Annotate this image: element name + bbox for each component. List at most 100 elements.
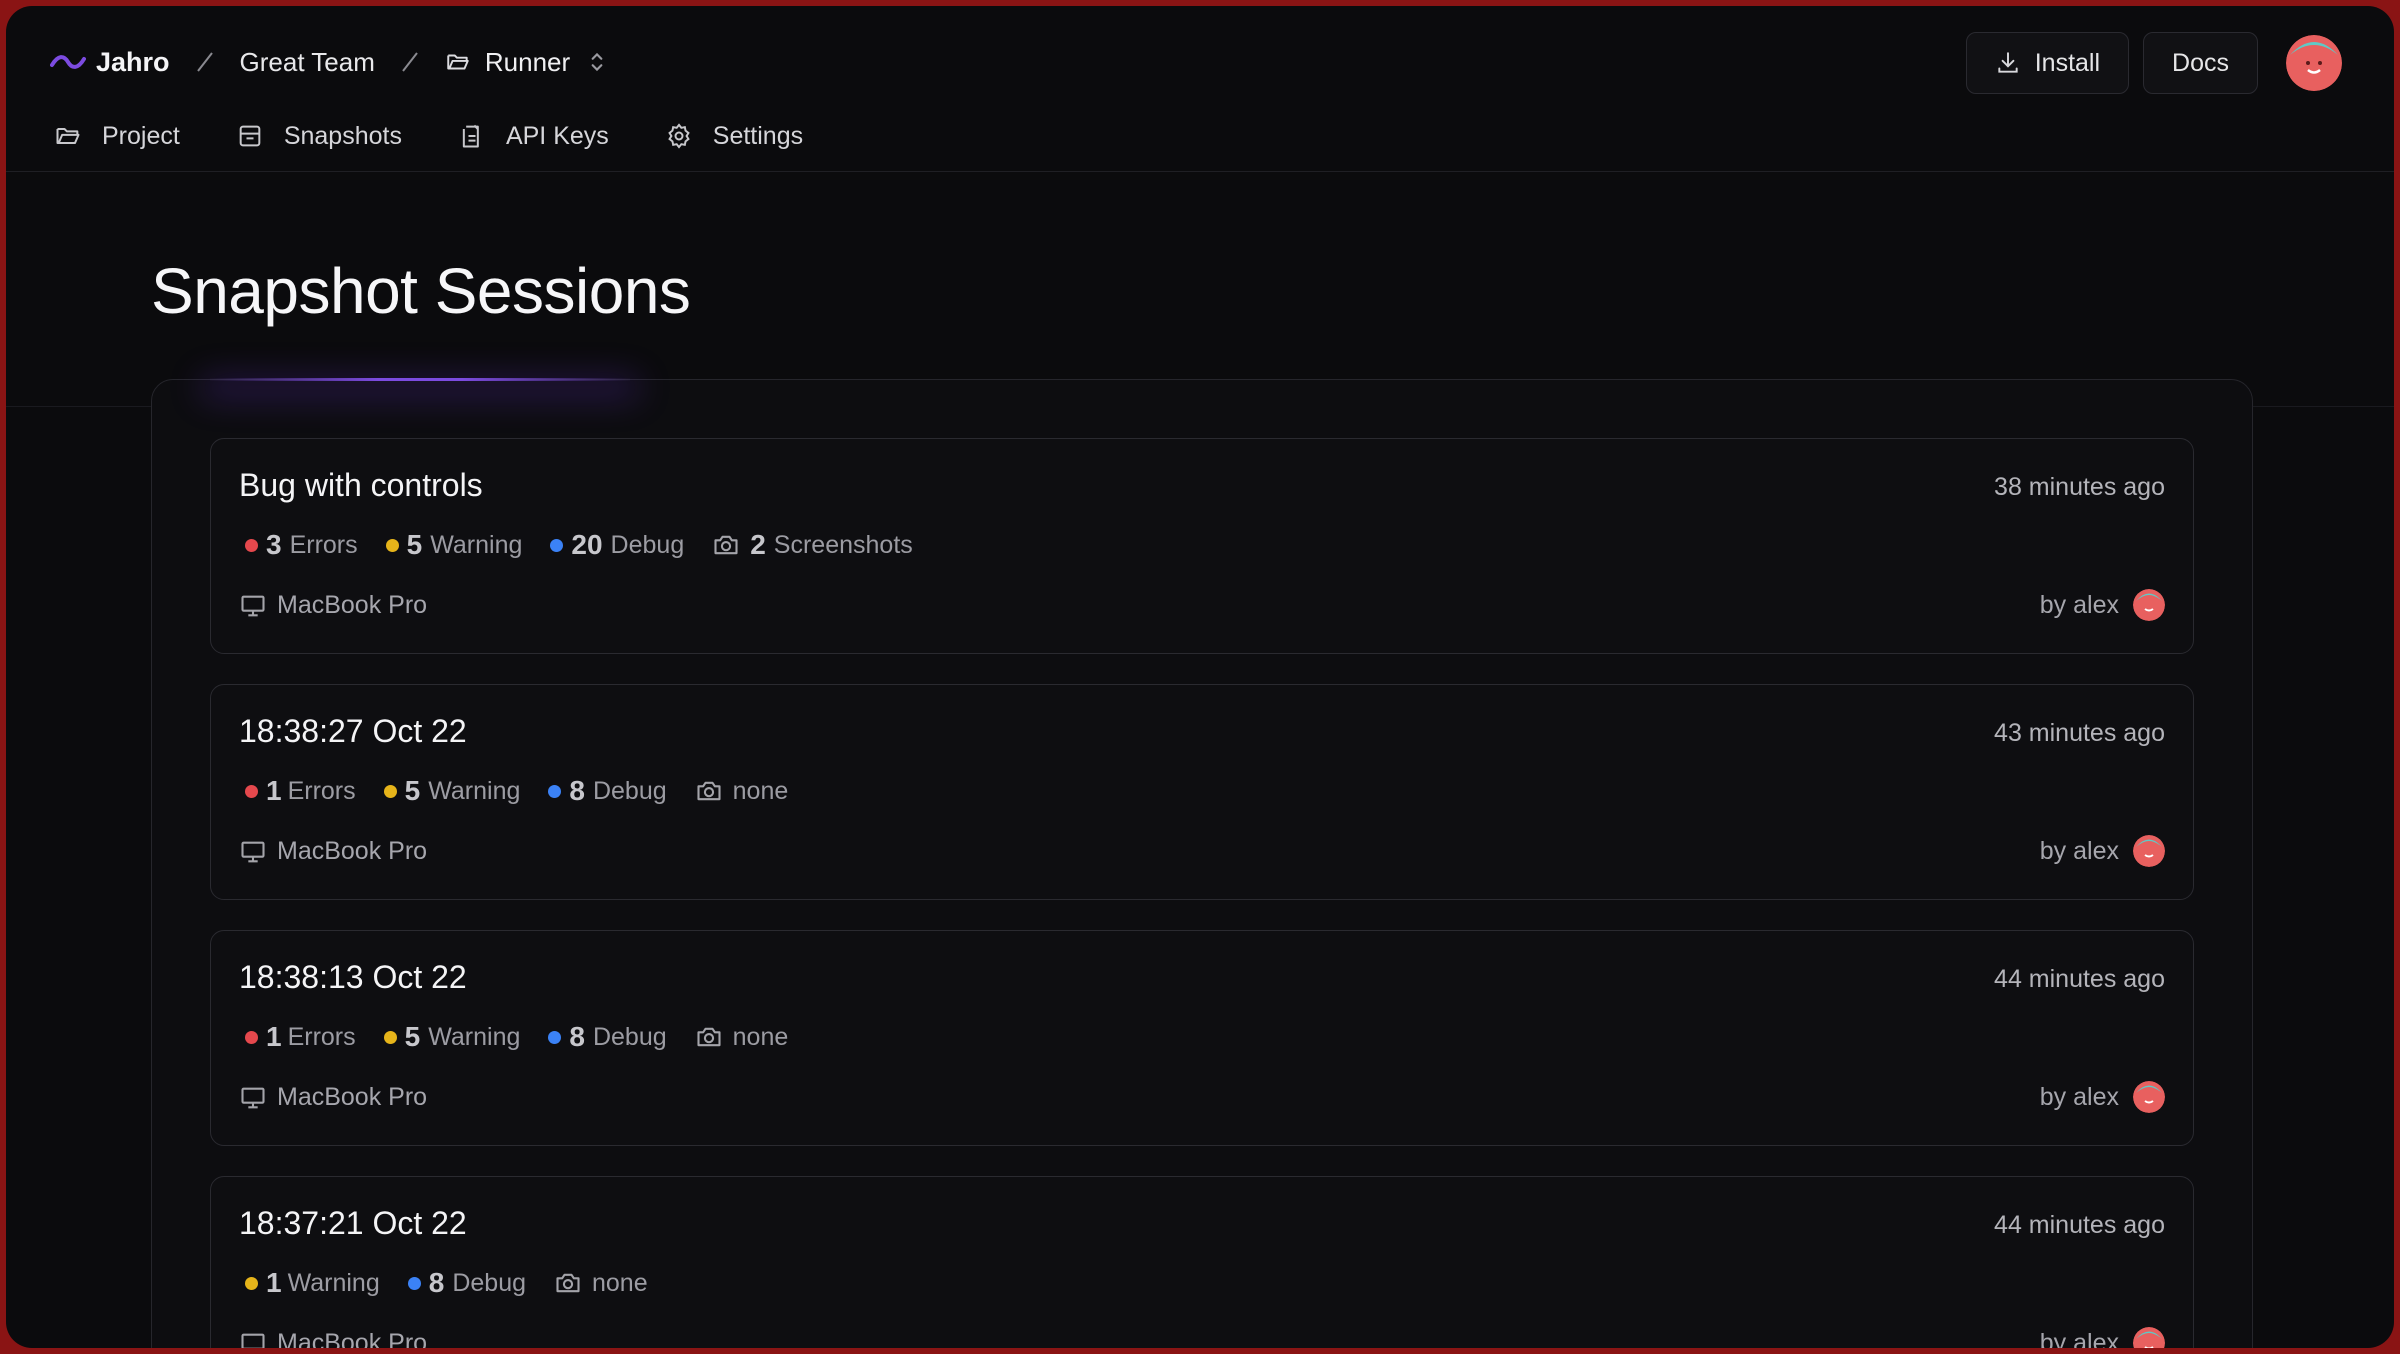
debug-dot-icon [550,538,564,552]
nav-label: Settings [712,121,804,150]
monitor-icon [241,595,265,616]
sub-navigation: Project Snapshots API Keys Settings [54,114,859,158]
session-title: 18:37:21 Oct 22 [239,1205,467,1241]
device-name: MacBook Pro [277,591,428,619]
nav-snapshots[interactable]: Snapshots [236,122,402,151]
device-name: MacBook Pro [277,837,428,865]
debug-label: Debug [592,1022,667,1051]
screenshots-label: none [732,1022,789,1051]
device-info: MacBook Pro [239,1329,427,1348]
screenshots-label: none [732,776,789,805]
screenshots-stat: none [695,1022,789,1052]
errors-label: Errors [289,530,358,559]
errors-label: Errors [287,776,356,805]
download-icon [1998,52,2018,73]
error-dot-icon [245,538,258,552]
screenshots-stat: none [554,1269,648,1298]
warning-dot-icon [385,538,399,552]
warning-dot-icon [383,784,397,798]
monitor-icon [241,1087,265,1108]
camera-icon [697,1027,721,1047]
debug-count: 8 [569,775,585,806]
debug-count: 8 [569,1021,585,1052]
brand-name: Jahro [96,46,170,77]
warning-count: 5 [404,1021,421,1052]
debug-stat: 8 Debug [407,1267,526,1299]
debug-stat: 20 Debug [550,529,684,561]
session-stats: 3 Errors 5 Warning 20 Debug 2 Screenshot… [245,529,941,561]
session-author: by alex [2040,1327,2165,1348]
debug-count: 20 [571,529,603,560]
debug-dot-icon [548,784,562,798]
docs-button[interactable]: Docs [2143,32,2258,94]
debug-dot-icon [548,1030,562,1044]
author-label: by alex [2039,1082,2119,1111]
session-card[interactable]: Bug with controls 38 minutes ago 3 Error… [210,438,2194,654]
errors-stat: 3 Errors [245,529,358,561]
docs-label: Docs [2172,48,2229,77]
page-title: Snapshot Sessions [151,255,691,327]
chevron-up-down-icon [591,52,603,72]
sessions-panel: Bug with controls 38 minutes ago 3 Error… [151,378,2253,1348]
session-stats: 1 Errors 5 Warning 8 Debug none [245,775,816,807]
screenshots-stat: 2 Screenshots [712,529,913,561]
monitor-icon [241,1333,265,1348]
team-name[interactable]: Great Team [240,47,375,78]
app-window: Jahro Great Team Runner Install Docs Pro… [6,6,2394,1348]
panel-accent-glow [210,378,630,381]
screenshots-label: none [592,1268,648,1297]
error-dot-icon [245,1030,258,1044]
warning-stat: 5 Warning [385,529,522,561]
author-avatar [2133,835,2165,867]
monitor-icon [241,841,265,862]
errors-label: Errors [287,1022,356,1051]
debug-stat: 8 Debug [548,1021,667,1053]
inbox-icon [239,125,261,147]
warning-label: Warning [287,1268,380,1297]
project-name: Runner [484,46,571,77]
session-time: 38 minutes ago [1994,473,2165,501]
author-avatar [2133,1327,2165,1348]
device-name: MacBook Pro [277,1329,428,1348]
session-stats: 1 Warning 8 Debug none [245,1267,676,1299]
debug-count: 8 [428,1267,445,1298]
folder-icon [56,128,80,144]
device-name: MacBook Pro [277,1083,428,1111]
install-label: Install [2034,48,2101,77]
errors-count: 1 [266,775,282,806]
user-avatar[interactable] [2286,35,2342,91]
nav-api-keys[interactable]: API Keys [458,122,609,151]
debug-dot-icon [407,1276,421,1290]
author-avatar [2133,589,2165,621]
wave-logo-icon [50,55,86,69]
device-info: MacBook Pro [239,591,427,620]
project-switcher[interactable]: Runner [445,47,610,78]
nav-settings[interactable]: Settings [665,122,803,151]
device-info: MacBook Pro [239,837,427,866]
session-time: 44 minutes ago [1994,965,2165,993]
author-label: by alex [2039,1328,2119,1349]
camera-icon [697,781,721,801]
install-button[interactable]: Install [1965,32,2130,94]
session-card[interactable]: 18:38:13 Oct 22 44 minutes ago 1 Errors … [210,930,2194,1146]
warning-count: 5 [406,529,423,560]
screenshots-label: Screenshots [773,530,913,559]
warning-stat: 5 Warning [383,775,520,807]
session-time: 43 minutes ago [1994,719,2165,747]
debug-stat: 8 Debug [548,775,667,807]
session-title: Bug with controls [239,467,483,503]
session-card[interactable]: 18:38:27 Oct 22 43 minutes ago 1 Errors … [210,684,2194,900]
session-author: by alex [2040,1081,2165,1113]
debug-label: Debug [592,776,667,805]
nav-project[interactable]: Project [54,122,180,151]
breadcrumb: Jahro Great Team Runner [50,32,610,92]
clipboard-icon [462,124,479,148]
session-card[interactable]: 18:37:21 Oct 22 44 minutes ago 1 Warning… [210,1176,2194,1348]
header-actions: Install Docs [1965,32,2342,94]
session-title: 18:38:27 Oct 22 [239,713,467,749]
session-author: by alex [2040,835,2165,867]
brand-logo[interactable]: Jahro [50,47,170,78]
warning-dot-icon [245,1276,258,1290]
warning-stat: 1 Warning [245,1267,380,1299]
errors-count: 3 [266,529,282,560]
